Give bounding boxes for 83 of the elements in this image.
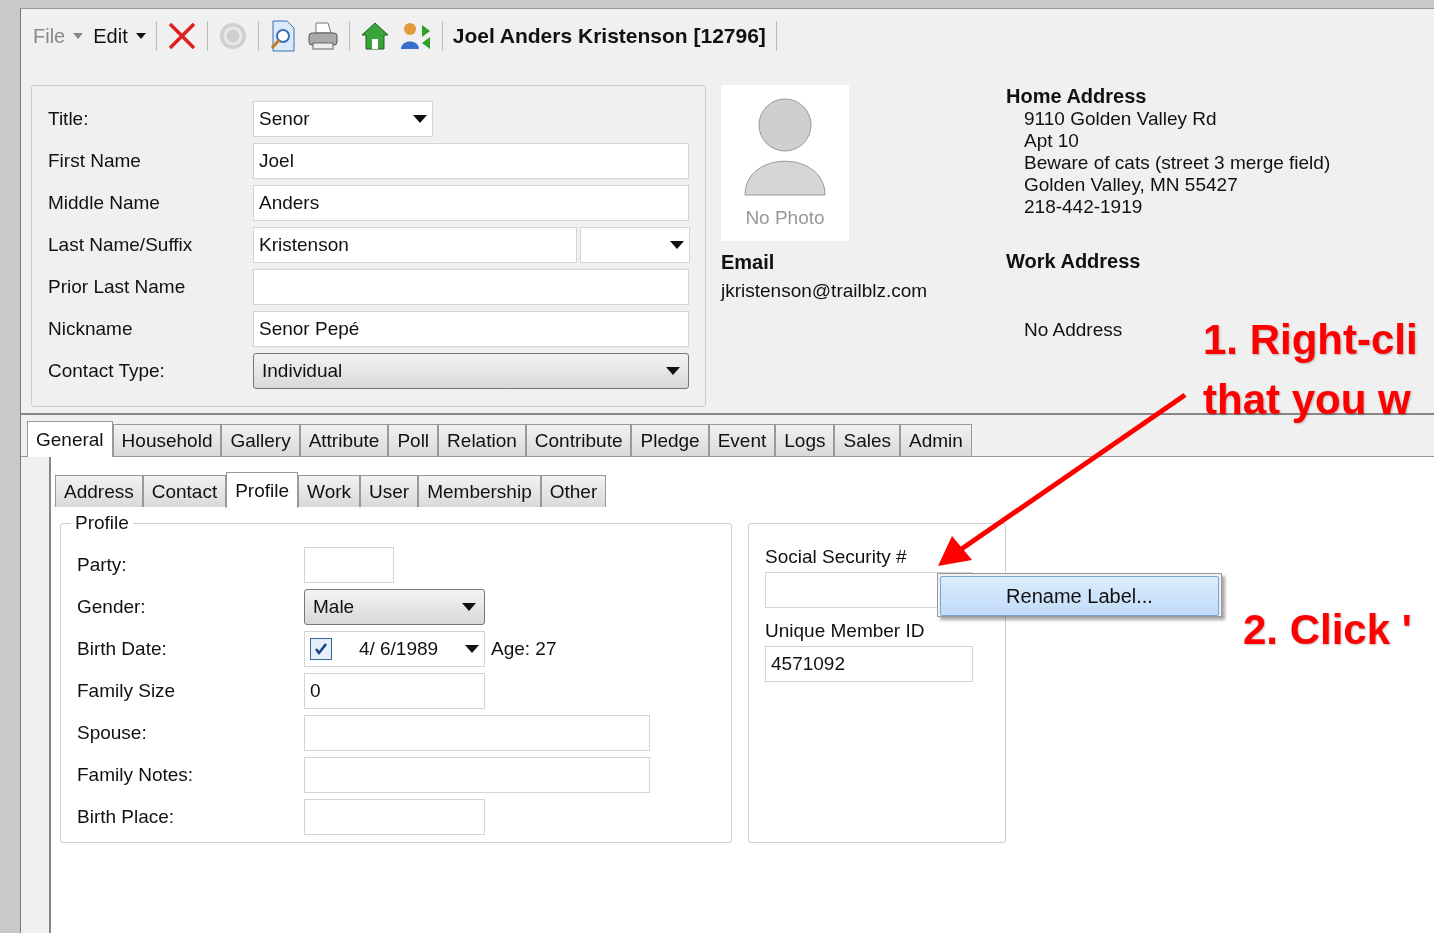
document-magnifier-icon[interactable] (268, 20, 297, 52)
person-arrows-icon[interactable] (399, 21, 432, 51)
field-label: Middle Name (48, 192, 161, 214)
tab[interactable]: Event (708, 424, 776, 456)
printer-icon[interactable] (306, 21, 339, 51)
dropdown-arrow-icon (666, 367, 680, 375)
tab[interactable]: Other (540, 475, 607, 507)
tab[interactable]: Household (112, 424, 222, 456)
tab[interactable]: Poll (388, 424, 439, 456)
input-field[interactable] (304, 715, 650, 751)
tab[interactable]: Profile (226, 472, 299, 508)
tab[interactable]: Attribute (299, 424, 389, 456)
address-line: Beware of cats (street 3 merge field) (1024, 152, 1331, 173)
input-field[interactable]: Kristenson (253, 227, 577, 263)
date-picker[interactable]: 4/ 6/1989 (304, 631, 485, 667)
checkmark-icon (314, 642, 328, 656)
address-line: 9110 Golden Valley Rd (1024, 108, 1217, 129)
input-field[interactable]: Anders (253, 185, 689, 221)
input-field[interactable]: Joel (253, 143, 689, 179)
email-heading: Email (721, 251, 776, 274)
address-line: Golden Valley, MN 55427 (1024, 174, 1238, 195)
age-text: Age: 27 (491, 638, 557, 660)
tab[interactable]: Logs (775, 424, 835, 456)
house-icon[interactable] (359, 21, 390, 51)
address-line: 218-442-1919 (1024, 196, 1143, 217)
menu-button[interactable]: Edit (93, 24, 146, 48)
field-label: Last Name/Suffix (48, 234, 194, 256)
title-select[interactable]: Senor (253, 101, 433, 137)
input-field[interactable]: Senor Pepé (253, 311, 689, 347)
tab[interactable]: Pledge (631, 424, 709, 456)
tab[interactable]: Sales (834, 424, 900, 456)
field-label: Title: (48, 108, 90, 130)
tab[interactable]: Relation (438, 424, 526, 456)
tab[interactable]: Membership (418, 475, 541, 507)
tab[interactable]: General (27, 421, 113, 457)
field-label: Spouse: (77, 722, 148, 744)
field-label: Party: (77, 554, 128, 576)
annotation-text: 2. Click ' (1243, 606, 1412, 654)
tab[interactable]: Work (298, 475, 361, 507)
no-photo-caption: No Photo (745, 207, 825, 229)
dropdown-arrow-icon (413, 115, 427, 123)
dropdown-arrow-icon (670, 241, 684, 249)
work-address-heading: Work Address (1006, 250, 1142, 273)
no-address-text: No Address (1024, 319, 1123, 341)
input-field[interactable] (304, 757, 650, 793)
gender-select[interactable]: Male (304, 589, 485, 625)
field-label: Contact Type: (48, 360, 166, 382)
annotation-text: 1. Right-cli (1203, 316, 1418, 364)
checkbox[interactable] (310, 638, 332, 660)
field-label: Birth Date: (77, 638, 168, 660)
home-address-heading: Home Address (1006, 85, 1148, 108)
annotation-text: that you w (1203, 376, 1411, 424)
field-label: Social Security # (765, 546, 908, 568)
tab[interactable]: Contribute (525, 424, 632, 456)
field-label: Family Notes: (77, 764, 195, 786)
x-icon[interactable] (166, 21, 197, 51)
field-label: First Name (48, 150, 142, 172)
input-field[interactable] (304, 547, 394, 583)
email-address: jkristenson@trailblz.com (721, 280, 929, 302)
input-field[interactable] (304, 799, 485, 835)
menu-item[interactable]: Rename Label... (940, 576, 1219, 616)
address-line: Apt 10 (1024, 130, 1079, 151)
contact-type-select[interactable]: Individual (253, 353, 689, 389)
field-label: Nickname (48, 318, 134, 340)
field-label: Family Size (77, 680, 177, 702)
dropdown-arrow-icon (462, 603, 476, 611)
dropdown-arrow-icon (135, 33, 146, 39)
dropdown-arrow-icon (465, 645, 479, 653)
tab[interactable]: Admin (900, 424, 972, 456)
field-label: Prior Last Name (48, 276, 187, 298)
contact-title: Joel Anders Kristenson [12796] (452, 24, 766, 48)
input-field[interactable] (253, 269, 689, 305)
input-field[interactable]: 0 (304, 673, 485, 709)
tab[interactable]: Address (55, 475, 143, 507)
suffix-select[interactable] (580, 227, 690, 263)
tab[interactable]: Contact (142, 475, 227, 507)
input-field[interactable]: 4571092 (765, 646, 973, 682)
dropdown-arrow-icon (73, 33, 84, 39)
field-label: Unique Member ID (765, 620, 926, 642)
field-label: Birth Place: (77, 806, 176, 828)
tab[interactable]: User (360, 475, 419, 507)
tab[interactable]: Gallery (221, 424, 300, 456)
field-label: Gender: (77, 596, 147, 618)
